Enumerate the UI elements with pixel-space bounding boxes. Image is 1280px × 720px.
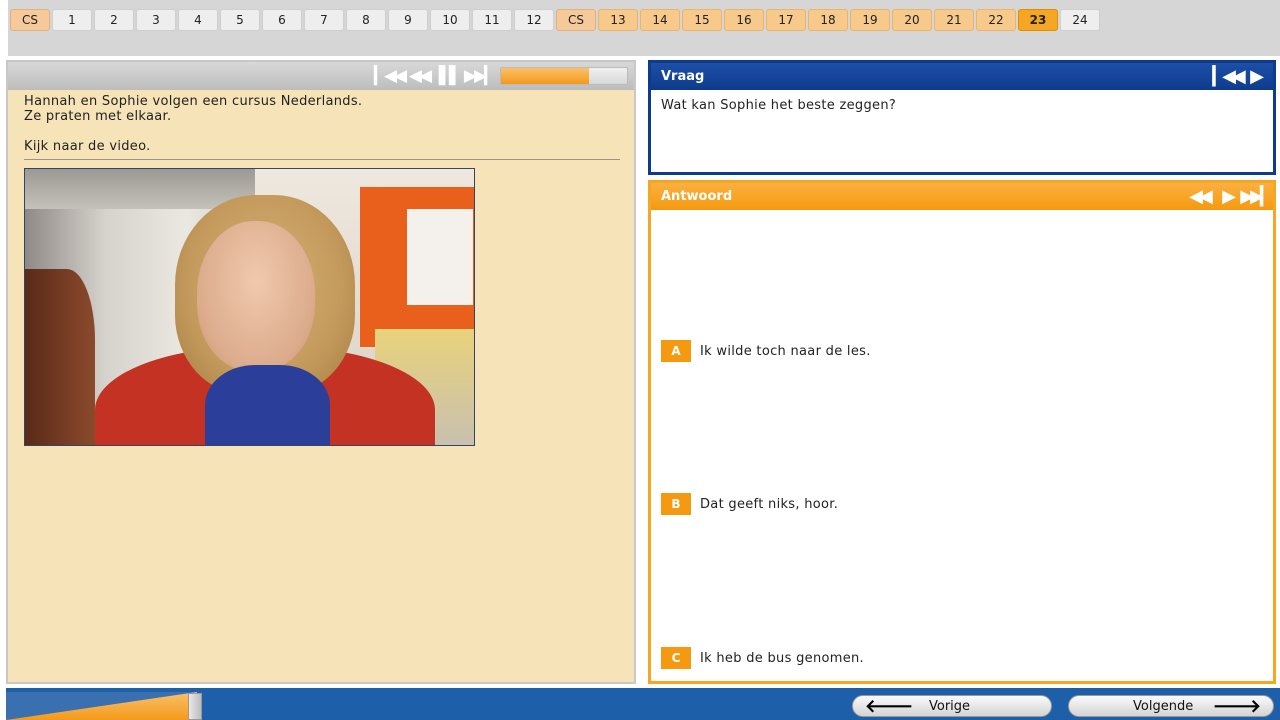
question-tab[interactable]: 2 <box>94 9 134 31</box>
question-tab[interactable]: 15 <box>682 9 722 31</box>
question-panel-title: Vraag <box>661 69 705 84</box>
answer-option-a[interactable]: A Ik wilde toch naar de les. <box>661 340 871 362</box>
question-tab[interactable]: 19 <box>850 9 890 31</box>
intro-line-2: Ze praten met elkaar. <box>24 109 172 124</box>
video-person-shirt <box>205 365 330 445</box>
question-tab[interactable]: 22 <box>976 9 1016 31</box>
next-button-label: Volgende <box>1133 699 1194 714</box>
play-icon[interactable]: ▶ <box>1215 186 1239 207</box>
answer-option-text: Ik heb de bus genomen. <box>700 650 864 666</box>
skip-to-start-icon[interactable]: ▎◀◀ <box>374 66 407 86</box>
answer-panel-header: Antwoord ◀◀ ▶ ▶▶▎ <box>651 183 1274 210</box>
media-panel: ▎◀◀ ◀◀ ▌▌ ▶▶▎ Hannah en Sophie volgen ee… <box>6 60 636 684</box>
question-panel-header: Vraag ▎◀◀ ▶ <box>651 63 1273 90</box>
video-poster-photo <box>407 209 473 305</box>
answer-option-letter: C <box>661 647 691 669</box>
rewind-icon[interactable]: ◀◀ <box>406 66 432 86</box>
lesson-progress-fill <box>6 692 198 720</box>
arrow-right-icon: 🡒 <box>1212 695 1261 717</box>
question-tab[interactable]: 24 <box>1060 9 1100 31</box>
answer-option-b[interactable]: B Dat geeft niks, hoor. <box>661 493 838 515</box>
question-tab[interactable]: 14 <box>640 9 680 31</box>
skip-forward-icon[interactable]: ▶▶▎ <box>1240 186 1274 207</box>
answer-panel-title: Antwoord <box>661 189 733 204</box>
question-tab[interactable]: 21 <box>934 9 974 31</box>
question-tab[interactable]: CS <box>556 9 596 31</box>
answer-panel: Antwoord ◀◀ ▶ ▶▶▎ A Ik wilde toch naar d… <box>648 180 1276 684</box>
question-tab[interactable]: 9 <box>388 9 428 31</box>
answer-option-letter: A <box>661 340 691 362</box>
question-text: Wat kan Sophie het beste zeggen? <box>661 98 897 113</box>
media-progress-fill <box>501 68 590 84</box>
intro-text: Hannah en Sophie volgen een cursus Neder… <box>24 94 620 154</box>
question-tab[interactable]: 12 <box>514 9 554 31</box>
answer-option-text: Dat geeft niks, hoor. <box>700 496 839 512</box>
question-navigation-bar: CS 1 2 3 4 5 6 7 8 9 10 11 12 CS 13 14 15 16 17 18 19 20 21 22 2… <box>8 0 1280 56</box>
arrow-left-icon: 🡐 <box>865 695 914 717</box>
intro-instruction: Kijk naar de video. <box>24 139 151 154</box>
question-panel: Vraag ▎◀◀ ▶ Wat kan Sophie het beste zeg… <box>648 60 1276 175</box>
video-player[interactable] <box>24 168 475 446</box>
skip-to-start-icon[interactable]: ▎◀◀ <box>1212 66 1246 87</box>
question-tab[interactable]: 13 <box>598 9 638 31</box>
pause-icon[interactable]: ▌▌ <box>436 66 462 86</box>
question-tab[interactable]: 3 <box>136 9 176 31</box>
question-tabs: CS 1 2 3 4 5 6 7 8 9 10 11 12 CS 13 14 15 16 17 18 19 20 21 22 2… <box>10 9 1100 31</box>
video-person-face <box>197 221 315 371</box>
question-tab[interactable]: 7 <box>304 9 344 31</box>
rewind-icon[interactable]: ◀◀ <box>1187 186 1213 207</box>
play-icon[interactable]: ▶ <box>1243 66 1267 87</box>
next-button[interactable]: Volgende 🡒 <box>1068 695 1274 717</box>
bottom-navigation-bar: 🡐 Vorige Volgende 🡒 <box>6 688 1280 720</box>
answer-option-letter: B <box>661 493 691 515</box>
question-tab[interactable]: 4 <box>178 9 218 31</box>
question-tab[interactable]: 17 <box>766 9 806 31</box>
intro-divider <box>24 159 620 160</box>
question-tab[interactable]: 6 <box>262 9 302 31</box>
media-progress-bar[interactable] <box>500 67 628 85</box>
question-tab[interactable]: 10 <box>430 9 470 31</box>
question-tab[interactable]: 18 <box>808 9 848 31</box>
video-foreground-object <box>25 269 95 445</box>
previous-button-label: Vorige <box>929 699 971 714</box>
skip-forward-icon[interactable]: ▶▶▎ <box>464 66 497 86</box>
intro-line-1: Hannah en Sophie volgen een cursus Neder… <box>24 94 363 109</box>
question-tab[interactable]: 16 <box>724 9 764 31</box>
question-tab[interactable]: 23 <box>1018 9 1058 31</box>
question-tab[interactable]: 1 <box>52 9 92 31</box>
answer-option-c[interactable]: C Ik heb de bus genomen. <box>661 647 864 669</box>
question-tab[interactable]: 20 <box>892 9 932 31</box>
question-tab[interactable]: 8 <box>346 9 386 31</box>
answer-option-text: Ik wilde toch naar de les. <box>700 343 871 359</box>
media-toolbar: ▎◀◀ ◀◀ ▌▌ ▶▶▎ <box>8 62 634 90</box>
question-tab[interactable]: CS <box>10 9 50 31</box>
question-tab[interactable]: 5 <box>220 9 260 31</box>
lesson-progress-handle[interactable] <box>188 693 202 720</box>
question-tab[interactable]: 11 <box>472 9 512 31</box>
lesson-progress-bar <box>6 692 198 720</box>
previous-button[interactable]: 🡐 Vorige <box>852 695 1052 717</box>
